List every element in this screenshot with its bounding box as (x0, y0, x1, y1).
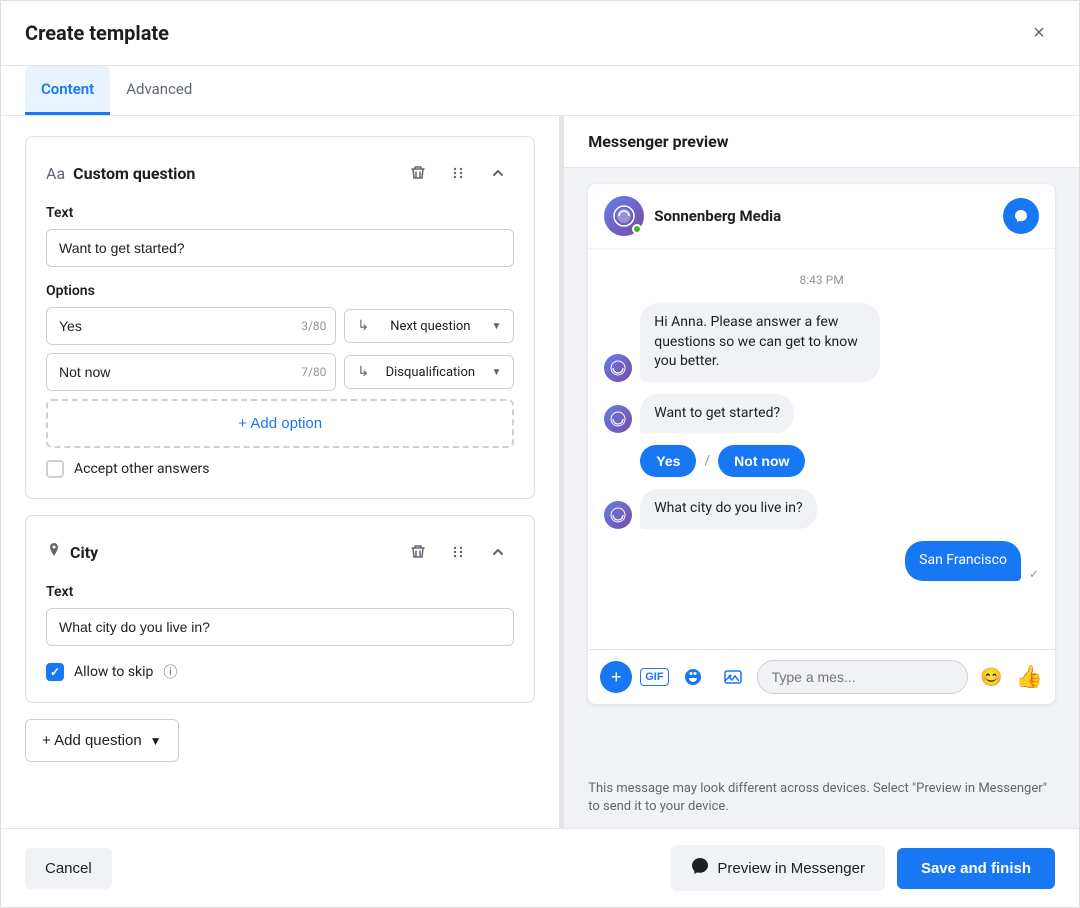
messenger-input-bar: + GIF 😊 👍 (588, 649, 1055, 704)
drag-custom-question-button[interactable] (442, 157, 474, 189)
chat-area: 8:43 PM Hi Anna. Please answer a few que… (588, 249, 1055, 649)
quick-replies-row: Yes / Not now (640, 445, 1039, 477)
option-action-label-notnow: Disqualification (386, 365, 475, 380)
quick-reply-separator: / (704, 453, 710, 469)
preview-disclaimer: This message may look different across d… (564, 768, 1079, 828)
bot-avatar-2 (604, 405, 632, 433)
tab-content[interactable]: Content (25, 66, 110, 115)
location-icon (46, 542, 62, 562)
bot-message-row-2: Want to get started? (604, 394, 1039, 434)
messenger-preview-panel: Messenger preview Sonnenberg Medi (564, 116, 1079, 828)
redirect-icon-yes: ↳ (357, 318, 369, 334)
city-text-field-label: Text (46, 584, 514, 600)
preview-btn-label: Preview in Messenger (717, 860, 865, 877)
city-question-card: City Text (25, 515, 535, 703)
tabs-bar: Content Advanced (1, 66, 1079, 116)
preview-in-messenger-button[interactable]: Preview in Messenger (671, 845, 885, 891)
question-text-input[interactable] (46, 229, 514, 267)
bot-bubble-2: Want to get started? (640, 394, 794, 434)
city-question-title: City (70, 543, 98, 562)
option-input-yes[interactable] (46, 307, 336, 345)
collapse-custom-question-button[interactable] (482, 157, 514, 189)
custom-question-card: Aa Custom question (25, 136, 535, 499)
city-text-input[interactable] (46, 608, 514, 646)
messenger-preview-icon (691, 857, 709, 879)
user-bubble: San Francisco (905, 541, 1021, 581)
accept-other-row: Accept other answers (46, 460, 514, 478)
allow-skip-row: Allow to skip ⓘ (46, 662, 514, 682)
allow-skip-checkbox[interactable] (46, 663, 64, 681)
add-question-label: + Add question (42, 732, 142, 749)
bot-message-row-1: Hi Anna. Please answer a few questions s… (604, 303, 1039, 382)
messenger-brand: Sonnenberg Media (604, 196, 781, 236)
option-row-yes: 3/80 ↳ Next question ▼ (46, 307, 514, 345)
option-input-notnow[interactable] (46, 353, 336, 391)
redirect-icon-notnow: ↳ (357, 364, 369, 380)
messenger-add-button[interactable]: + (600, 661, 632, 693)
brand-name: Sonnenberg Media (654, 207, 781, 225)
delete-custom-question-button[interactable] (402, 157, 434, 189)
online-indicator (632, 224, 642, 234)
save-finish-button[interactable]: Save and finish (897, 848, 1055, 889)
add-question-chevron: ▼ (150, 734, 162, 748)
preview-header: Messenger preview (564, 116, 1079, 168)
messenger-sticker-button[interactable] (677, 661, 709, 693)
messenger-window: Sonnenberg Media 8:43 PM (588, 184, 1055, 704)
messenger-topbar: Sonnenberg Media (588, 184, 1055, 249)
options-label: Options (46, 283, 514, 299)
option-action-yes[interactable]: ↳ Next question ▼ (344, 309, 514, 343)
bot-message-row-3: What city do you live in? (604, 489, 1039, 529)
option-action-notnow[interactable]: ↳ Disqualification ▼ (344, 355, 514, 389)
left-panel: Aa Custom question (1, 116, 560, 828)
chat-timestamp: 8:43 PM (604, 273, 1039, 287)
quick-reply-yes[interactable]: Yes (640, 445, 696, 477)
quick-reply-notnow[interactable]: Not now (718, 445, 805, 477)
modal-title: Create template (25, 21, 169, 45)
accept-other-label: Accept other answers (74, 461, 210, 477)
accept-other-checkbox[interactable] (46, 460, 64, 478)
messenger-action-button[interactable] (1003, 198, 1039, 234)
messenger-gif-button[interactable]: GIF (640, 668, 668, 686)
message-check-icon: ✓ (1029, 567, 1039, 581)
allow-skip-info-icon: ⓘ (163, 662, 177, 682)
tab-advanced[interactable]: Advanced (110, 66, 208, 115)
drag-city-question-button[interactable] (442, 536, 474, 568)
messenger-thumbsup-button[interactable]: 👍 (1016, 664, 1043, 690)
add-question-button[interactable]: + Add question ▼ (25, 719, 179, 762)
modal-footer: Cancel Preview in Messenger Save and fin… (1, 828, 1079, 907)
option-row-notnow: 7/80 ↳ Disqualification ▼ (46, 353, 514, 391)
add-option-button[interactable]: + Add option (46, 399, 514, 448)
text-icon: Aa (46, 164, 65, 183)
brand-avatar (604, 196, 644, 236)
messenger-emoji-button[interactable]: 😊 (976, 661, 1008, 693)
user-message-row: San Francisco ✓ (604, 541, 1039, 581)
messenger-text-input[interactable] (757, 660, 968, 694)
collapse-city-question-button[interactable] (482, 536, 514, 568)
custom-question-title: Custom question (73, 164, 195, 183)
messenger-container: Sonnenberg Media 8:43 PM (564, 168, 1079, 768)
messenger-image-button[interactable] (717, 661, 749, 693)
cancel-button[interactable]: Cancel (25, 848, 112, 889)
bot-bubble-3: What city do you live in? (640, 489, 816, 529)
bot-avatar-1 (604, 354, 632, 382)
delete-city-question-button[interactable] (402, 536, 434, 568)
close-button[interactable]: × (1023, 17, 1055, 49)
text-field-label: Text (46, 205, 514, 221)
dropdown-arrow-notnow: ▼ (492, 367, 502, 378)
option-action-label-yes: Next question (390, 319, 470, 334)
dropdown-arrow-yes: ▼ (492, 321, 502, 332)
bot-bubble-1: Hi Anna. Please answer a few questions s… (640, 303, 880, 382)
allow-skip-label: Allow to skip (74, 664, 153, 680)
bot-avatar-3 (604, 501, 632, 529)
